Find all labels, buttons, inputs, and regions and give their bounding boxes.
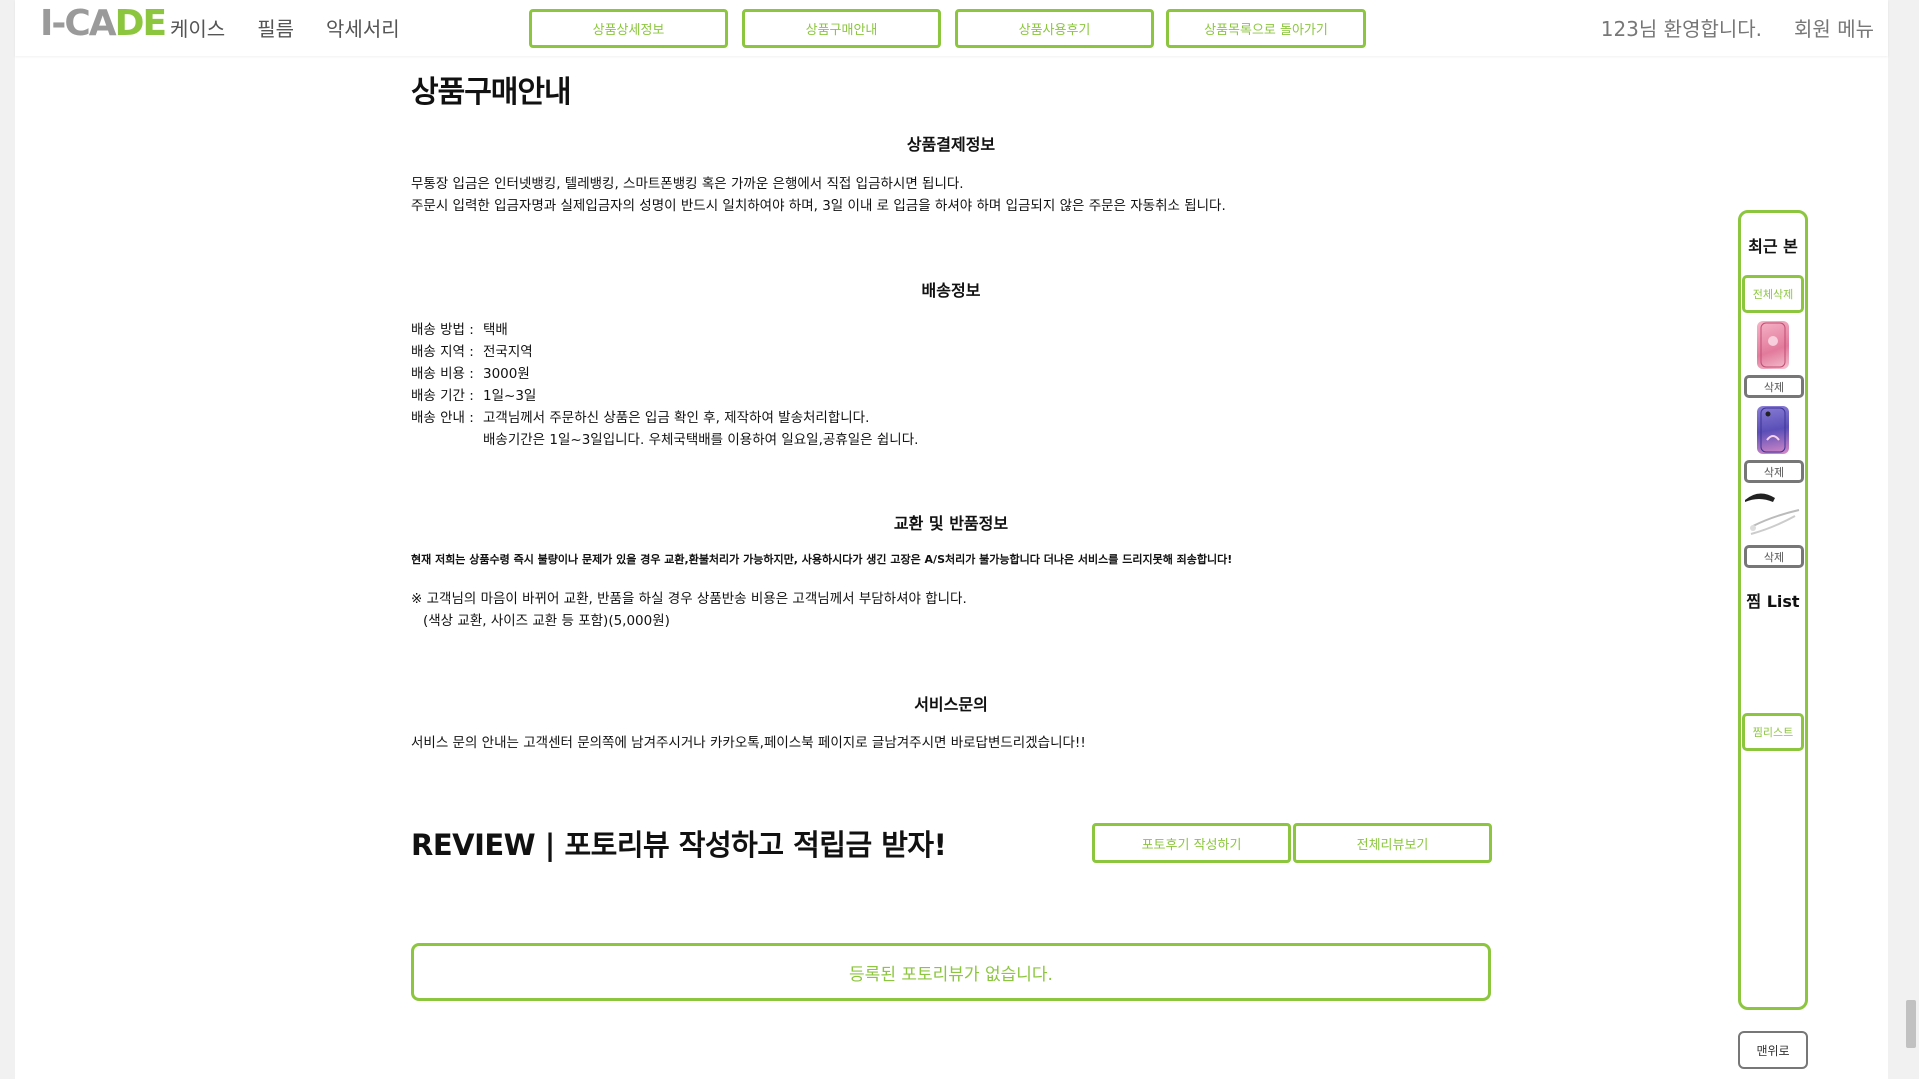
logo-part-2: DE (114, 3, 168, 44)
shipping-title: 배송정보 (921, 281, 981, 300)
exchange-line-1: ※ 고객님의 마음이 바뀌어 교환, 반품을 하실 경우 상품반송 비용은 고객… (411, 591, 967, 607)
tab-purchase-guide[interactable]: 상품구매안내 (742, 9, 941, 48)
delete-item-2-button[interactable]: 삭제 (1744, 460, 1804, 483)
view-all-reviews-button[interactable]: 전체리뷰보기 (1293, 823, 1492, 863)
shipping-row-cost: 배송 비용 : 3000원 (411, 363, 918, 385)
review-heading: REVIEW | 포토리뷰 작성하고 적립금 받자! (411, 828, 947, 862)
payment-title: 상품결제정보 (906, 135, 996, 154)
logo-part-1: I-CA (40, 3, 117, 44)
main-nav: 케이스 필름 악세서리 (170, 13, 400, 42)
tab-back-to-list[interactable]: 상품목록으로 돌아가기 (1166, 9, 1366, 48)
exchange-title: 교환 및 반품정보 (893, 514, 1009, 533)
scrollbar-thumb[interactable] (1906, 1000, 1916, 1048)
welcome-text: 123님 환영합니다. (1600, 17, 1763, 41)
top-header: I-CADE 케이스 필름 악세서리 상품상세정보 상품구매안내 상품사용후기 … (15, 0, 1888, 56)
tab-product-detail[interactable]: 상품상세정보 (529, 9, 728, 48)
shipping-value: 3000원 (483, 366, 530, 382)
page-title: 상품구매안내 (411, 75, 572, 110)
page-scrollbar[interactable] (1903, 0, 1919, 1079)
recent-item-thumbnail-1[interactable] (1757, 321, 1789, 369)
product-tabs: 상품상세정보 상품구매안내 상품사용후기 상품목록으로 돌아가기 (529, 9, 1380, 48)
user-area: 123님 환영합니다. 회원 메뉴 (1601, 13, 1874, 42)
exchange-notice: 현재 저희는 상품수령 즉시 불량이나 문제가 있을 경우 교환,환불처리가 가… (411, 553, 1233, 566)
write-photo-review-button[interactable]: 포토후기 작성하기 (1092, 823, 1291, 863)
shipping-value: 택배 (483, 322, 508, 338)
nav-item-case[interactable]: 케이스 (170, 13, 225, 42)
review-buttons: 포토후기 작성하기 전체리뷰보기 (1092, 823, 1494, 863)
recent-item-thumbnail-2[interactable] (1757, 406, 1789, 454)
shipping-row-guide: 배송 안내 : 고객님께서 주문하신 상품은 입금 확인 후, 제작하여 발송처리… (411, 407, 918, 429)
page-background (15, 0, 1888, 1079)
shipping-label: 배송 지역 : (411, 344, 474, 360)
wish-list-button[interactable]: 찜리스트 (1742, 713, 1804, 751)
payment-line-2: 주문시 입력한 입금자명과 실제입금자의 성명이 반드시 일치하여야 하며, 3… (411, 198, 1226, 214)
delete-all-button[interactable]: 전체삭제 (1742, 275, 1804, 313)
payment-text: 무통장 입금은 인터넷뱅킹, 텔레뱅킹, 스마트폰뱅킹 혹은 가까운 은행에서 … (411, 173, 1226, 217)
shipping-row-extra: 배송기간은 1일~3일입니다. 우체국택배를 이용하여 일요일,공휴일은 쉽니다… (411, 429, 918, 451)
shipping-extra: 배송기간은 1일~3일입니다. 우체국택배를 이용하여 일요일,공휴일은 쉽니다… (483, 432, 919, 448)
shipping-row-method: 배송 방법 : 택배 (411, 319, 918, 341)
member-menu-link[interactable]: 회원 메뉴 (1794, 13, 1874, 42)
scroll-to-top-button[interactable]: 맨위로 (1738, 1031, 1808, 1069)
brand-logo[interactable]: I-CADE (40, 3, 168, 44)
shipping-label: 배송 기간 : (411, 388, 474, 404)
empty-review-box: 등록된 포토리뷰가 없습니다. (411, 943, 1491, 1001)
recent-item-thumbnail-3[interactable] (1743, 486, 1803, 542)
shipping-row-period: 배송 기간 : 1일~3일 (411, 385, 918, 407)
shipping-value: 1일~3일 (483, 388, 537, 404)
service-text: 서비스 문의 안내는 고객센터 문의쪽에 남겨주시거나 카카오톡,페이스북 페이… (411, 735, 1086, 751)
delete-item-1-button[interactable]: 삭제 (1744, 375, 1804, 398)
nav-item-accessory[interactable]: 악세서리 (326, 13, 400, 42)
recent-title: 최근 본 (1748, 237, 1798, 256)
shipping-label: 배송 방법 : (411, 322, 474, 338)
shipping-value: 전국지역 (483, 344, 533, 360)
service-title: 서비스문의 (914, 695, 988, 714)
shipping-label: 배송 비용 : (411, 366, 474, 382)
empty-review-text: 등록된 포토리뷰가 없습니다. (849, 964, 1053, 985)
shipping-label: 배송 안내 : (411, 410, 474, 426)
exchange-text: ※ 고객님의 마음이 바뀌어 교환, 반품을 하실 경우 상품반송 비용은 고객… (411, 588, 967, 632)
delete-item-3-button[interactable]: 삭제 (1744, 545, 1804, 568)
shipping-info: 배송 방법 : 택배 배송 지역 : 전국지역 배송 비용 : 3000원 배송 기간… (411, 319, 918, 451)
nav-item-film[interactable]: 필름 (257, 13, 294, 42)
payment-line-1: 무통장 입금은 인터넷뱅킹, 텔레뱅킹, 스마트폰뱅킹 혹은 가까운 은행에서 … (411, 176, 964, 192)
earphone-accessory-icon (1745, 493, 1800, 535)
exchange-line-2: (색상 교환, 사이즈 교환 등 포함)(5,000원) (423, 613, 670, 629)
wish-list-title: 찜 List (1746, 592, 1800, 611)
recent-view-sidebar: 최근 본 전체삭제 삭제 삭제 삭제 찜 List 찜리스트 (1738, 210, 1808, 1010)
shipping-value: 고객님께서 주문하신 상품은 입금 확인 후, 제작하여 발송처리합니다. (483, 410, 870, 426)
phone-case-purple-icon (1760, 407, 1786, 453)
phone-case-pink-icon (1760, 322, 1786, 368)
shipping-row-area: 배송 지역 : 전국지역 (411, 341, 918, 363)
tab-product-review[interactable]: 상품사용후기 (955, 9, 1154, 48)
